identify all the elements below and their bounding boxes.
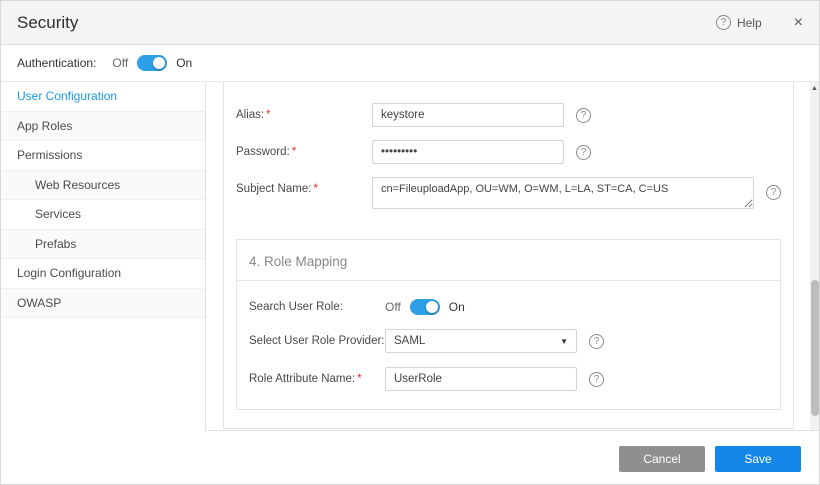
subject-name-textarea[interactable]: cn=FileuploadApp, OU=WM, O=WM, L=LA, ST=… [372, 177, 754, 209]
cancel-button[interactable]: Cancel [619, 446, 705, 472]
password-input[interactable] [372, 140, 564, 164]
subject-name-label-text: Subject Name: [236, 183, 311, 195]
search-user-role-label: Search User Role: [249, 301, 385, 313]
role-attribute-label-text: Role Attribute Name: [249, 373, 355, 385]
alias-label: Alias:* [236, 109, 372, 121]
certificate-panel: Alias:* ? Password:* ? Subject Name:* cn… [223, 82, 794, 429]
sidebar-item-prefabs[interactable]: Prefabs [1, 230, 205, 260]
security-dialog: Security ? Help × Authentication: Off On… [0, 0, 820, 485]
sidebar-item-app-roles[interactable]: App Roles [1, 112, 205, 142]
alias-row: Alias:* ? [236, 103, 781, 127]
sidebar-item-web-resources[interactable]: Web Resources [1, 171, 205, 201]
main-content: Alias:* ? Password:* ? Subject Name:* cn… [206, 82, 819, 431]
required-asterisk: * [292, 146, 296, 158]
authentication-off-label: Off [112, 56, 128, 70]
toggle-knob-icon [153, 57, 165, 69]
authentication-toggle[interactable] [137, 55, 167, 71]
subject-name-row: Subject Name:* cn=FileuploadApp, OU=WM, … [236, 177, 781, 209]
alias-help-icon[interactable]: ? [576, 108, 591, 123]
sidebar-item-login-configuration[interactable]: Login Configuration [1, 259, 205, 289]
required-asterisk: * [266, 109, 270, 121]
save-button[interactable]: Save [715, 446, 801, 472]
required-asterisk: * [357, 373, 361, 385]
chevron-down-icon: ▼ [560, 337, 568, 346]
role-provider-row: Select User Role Provider: SAML ▼ ? [249, 329, 768, 353]
subject-name-label: Subject Name:* [236, 177, 372, 195]
required-asterisk: * [313, 183, 317, 195]
role-mapping-panel: 4. Role Mapping Search User Role: Off On… [236, 239, 781, 410]
header-actions: ? Help × [716, 15, 803, 31]
search-role-on-label: On [449, 300, 465, 314]
authentication-on-label: On [176, 56, 192, 70]
role-attribute-label: Role Attribute Name:* [249, 373, 385, 385]
alias-label-text: Alias: [236, 109, 264, 121]
authentication-label: Authentication: [17, 56, 96, 70]
footer: Cancel Save [1, 431, 819, 485]
search-user-role-toggle[interactable] [410, 299, 440, 315]
toggle-knob-icon [426, 301, 438, 313]
role-attribute-help-icon[interactable]: ? [589, 372, 604, 387]
header: Security ? Help × [1, 1, 819, 45]
role-provider-select[interactable]: SAML ▼ [385, 329, 577, 353]
role-mapping-title: 4. Role Mapping [249, 254, 768, 269]
password-row: Password:* ? [236, 140, 781, 164]
password-help-icon[interactable]: ? [576, 145, 591, 160]
scroll-up-icon[interactable]: ▲ [810, 82, 819, 92]
password-label-text: Password: [236, 146, 290, 158]
search-role-off-label: Off [385, 300, 401, 314]
divider [237, 280, 780, 281]
role-provider-label: Select User Role Provider: [249, 335, 385, 347]
vertical-scrollbar[interactable]: ▲ [810, 82, 819, 430]
sidebar-item-owasp[interactable]: OWASP [1, 289, 205, 319]
authentication-bar: Authentication: Off On [1, 45, 819, 82]
help-icon[interactable]: ? [716, 15, 731, 30]
search-user-role-row: Search User Role: Off On [249, 299, 768, 315]
body: User Configuration App Roles Permissions… [1, 82, 819, 431]
password-label: Password:* [236, 146, 372, 158]
close-icon[interactable]: × [794, 15, 803, 31]
help-link[interactable]: Help [737, 16, 762, 30]
role-provider-help-icon[interactable]: ? [589, 334, 604, 349]
subject-name-help-icon[interactable]: ? [766, 185, 781, 200]
role-attribute-input[interactable] [385, 367, 577, 391]
sidebar-item-permissions[interactable]: Permissions [1, 141, 205, 171]
sidebar-item-services[interactable]: Services [1, 200, 205, 230]
page-title: Security [17, 13, 78, 33]
alias-input[interactable] [372, 103, 564, 127]
sidebar-item-user-configuration[interactable]: User Configuration [1, 82, 205, 112]
scroll-area: Alias:* ? Password:* ? Subject Name:* cn… [206, 82, 819, 430]
role-attribute-row: Role Attribute Name:* ? [249, 367, 768, 391]
scrollbar-thumb[interactable] [811, 280, 819, 416]
role-provider-value: SAML [394, 335, 425, 347]
sidebar: User Configuration App Roles Permissions… [1, 82, 206, 431]
